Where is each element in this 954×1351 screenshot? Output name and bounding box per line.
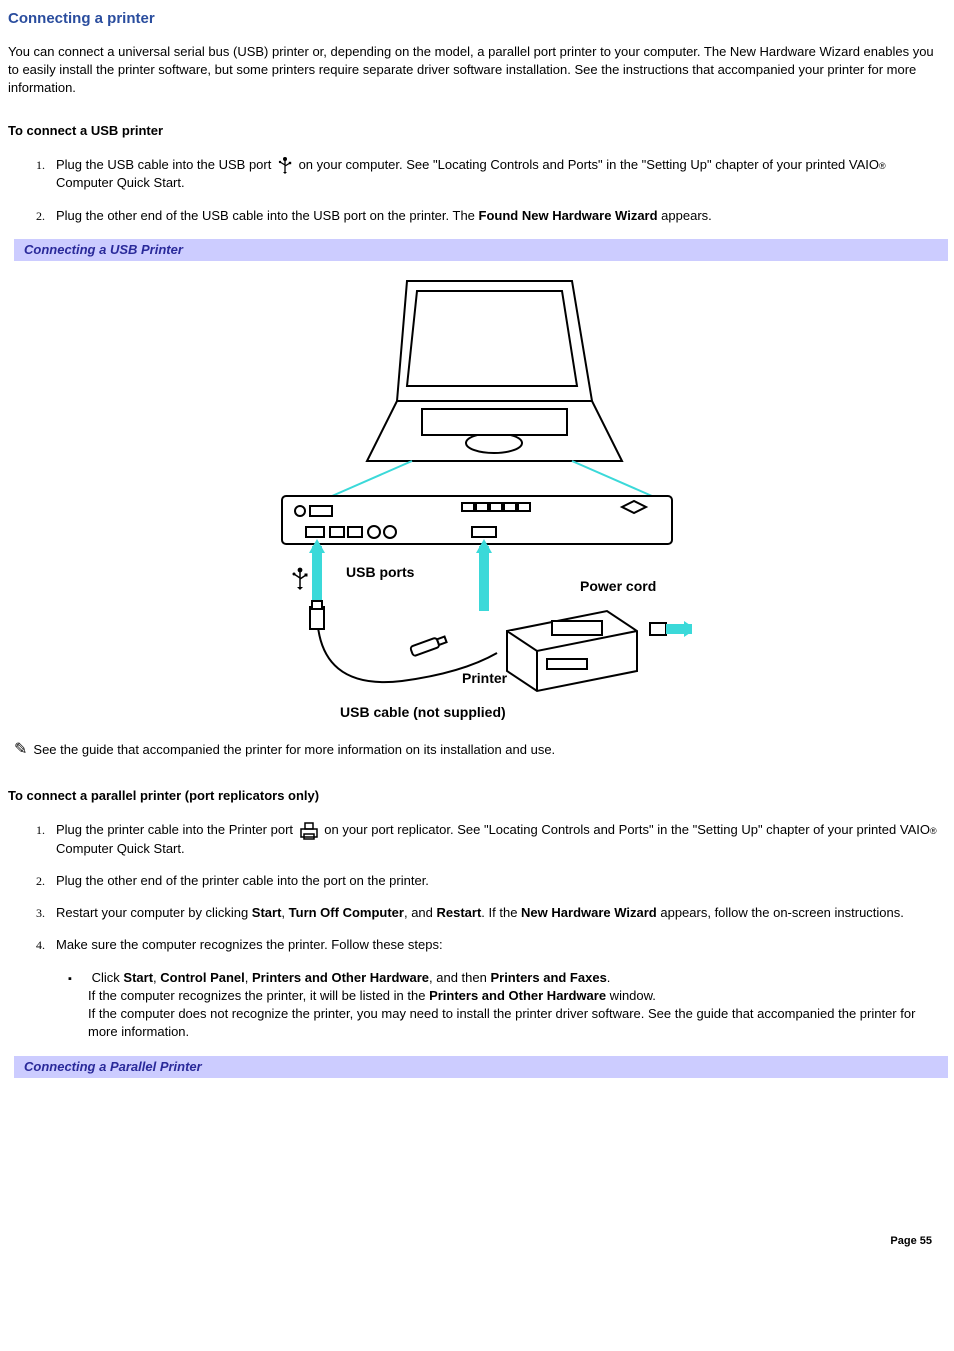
p3-b: , (281, 905, 288, 920)
usb-note-text: See the guide that accompanied the print… (33, 741, 555, 759)
usb-trident-icon (277, 156, 293, 174)
p3-d: . If the (481, 905, 521, 920)
parallel-steps-list: Plug the printer cable into the Printer … (8, 821, 946, 1041)
usb-heading: To connect a USB printer (8, 122, 946, 140)
note-pencil-icon: ✎ (14, 742, 27, 758)
p4d: , and then (429, 970, 490, 985)
p3-wizard: New Hardware Wizard (521, 905, 657, 920)
parallel-figure-caption: Connecting a Parallel Printer (14, 1056, 948, 1078)
p4e: . (607, 970, 611, 985)
reg-mark: ® (879, 161, 886, 171)
p4a: Click (92, 970, 124, 985)
usb-figure: USB ports Power cord Printer USB cable (… (8, 261, 946, 731)
p4c: , (245, 970, 252, 985)
usb-note: ✎ See the guide that accompanied the pri… (14, 741, 946, 759)
p4-start: Start (123, 970, 153, 985)
intro-paragraph: You can connect a universal serial bus (… (8, 43, 946, 98)
usb-steps-list: Plug the USB cable into the USB port on … (8, 156, 946, 225)
parallel-step-2: Plug the other end of the printer cable … (48, 872, 946, 890)
parallel-step-4-sublist: Click Start, Control Panel, Printers and… (56, 969, 946, 1042)
p4-line2a: If the computer recognizes the printer, … (88, 988, 429, 1003)
found-new-hardware-wizard: Found New Hardware Wizard (479, 208, 658, 223)
fig-label-usb-cable: USB cable (not supplied) (340, 703, 506, 723)
p4-line2c: window. (606, 988, 656, 1003)
parallel-step-4: Make sure the computer recognizes the pr… (48, 936, 946, 1041)
parallel-step-4-sub: Click Start, Control Panel, Printers and… (80, 969, 946, 1042)
section-title: Connecting a printer (8, 8, 946, 29)
usb-figure-caption: Connecting a USB Printer (14, 239, 948, 261)
p3-a: Restart your computer by clicking (56, 905, 252, 920)
usb-step-1: Plug the USB cable into the USB port on … (48, 156, 946, 193)
parallel-step-1-text-a: Plug the printer cable into the Printer … (56, 822, 297, 837)
parallel-step-3: Restart your computer by clicking Start,… (48, 904, 946, 922)
parallel-step-1: Plug the printer cable into the Printer … (48, 821, 946, 858)
p4-line3: If the computer does not recognize the p… (88, 1006, 915, 1039)
usb-step-1-text-a: Plug the USB cable into the USB port (56, 157, 275, 172)
fig-label-usb-ports: USB ports (346, 563, 414, 583)
parallel-step-1-text-b: on your port replicator. See "Locating C… (321, 822, 930, 837)
printer-port-icon (299, 822, 319, 840)
p4-cp: Control Panel (160, 970, 245, 985)
parallel-step-1-text-c: Computer Quick Start. (56, 841, 185, 856)
p3-restart: Restart (437, 905, 482, 920)
usb-step-1-text-b: on your computer. See "Locating Controls… (295, 157, 879, 172)
usb-diagram-svg (262, 271, 692, 721)
p3-turnoff: Turn Off Computer (289, 905, 404, 920)
usb-step-2-text-c: appears. (658, 208, 712, 223)
reg-mark-2: ® (930, 826, 937, 836)
parallel-heading: To connect a parallel printer (port repl… (8, 787, 946, 805)
p4-line2b: Printers and Other Hardware (429, 988, 606, 1003)
p4-pf: Printers and Faxes (490, 970, 606, 985)
page-number: Page 55 (8, 1234, 946, 1249)
fig-label-printer: Printer (462, 669, 507, 689)
p3-e: appears, follow the on-screen instructio… (657, 905, 904, 920)
fig-label-power-cord: Power cord (580, 577, 656, 597)
p3-c: , and (404, 905, 437, 920)
p3-start: Start (252, 905, 282, 920)
p4-intro: Make sure the computer recognizes the pr… (56, 937, 443, 952)
usb-step-2-text-a: Plug the other end of the USB cable into… (56, 208, 479, 223)
usb-step-1-text-c: Computer Quick Start. (56, 175, 185, 190)
usb-step-2: Plug the other end of the USB cable into… (48, 207, 946, 225)
p4-poh: Printers and Other Hardware (252, 970, 429, 985)
